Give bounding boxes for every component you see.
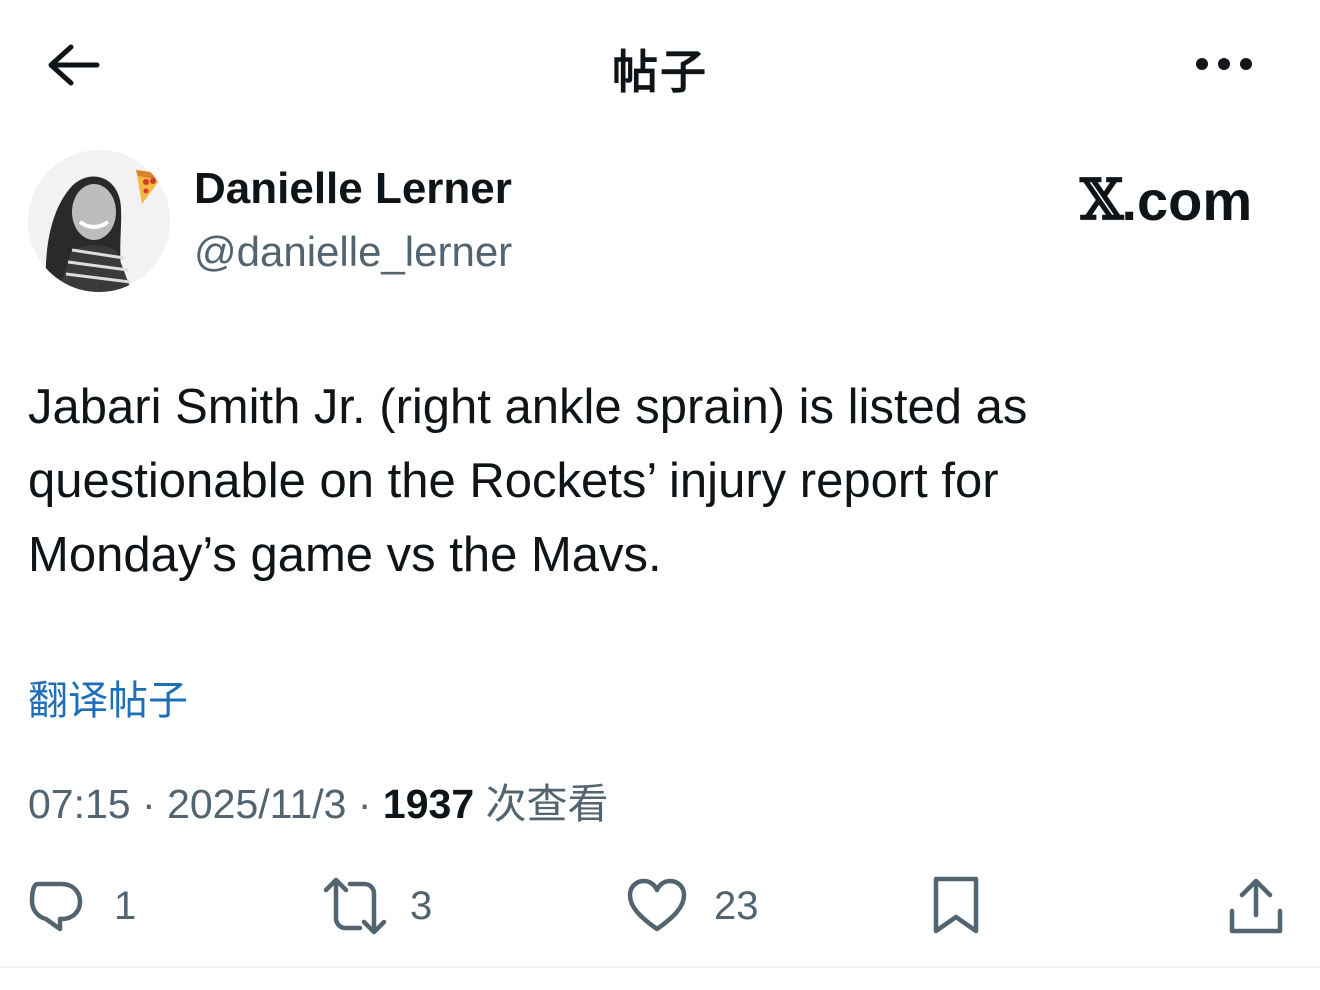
- heart-icon: [627, 878, 687, 932]
- bookmark-icon: [933, 876, 979, 934]
- author-handle[interactable]: @danielle_lerner: [194, 228, 512, 276]
- view-count: 1937: [382, 781, 475, 827]
- tweet-text: Jabari Smith Jr. (right ankle sprain) is…: [28, 380, 1028, 582]
- share-icon: [1229, 878, 1283, 934]
- meta-separator: ·: [357, 781, 372, 827]
- action-bar: 1 3 23: [0, 866, 1320, 946]
- share-button[interactable]: [1226, 866, 1286, 946]
- like-button[interactable]: 23: [626, 866, 759, 946]
- page-title: 帖子: [612, 45, 708, 99]
- tweet-date[interactable]: 2025/11/3: [167, 781, 346, 827]
- x-brand-watermark: 𝕏 .com: [1080, 167, 1280, 233]
- reply-icon: [29, 881, 83, 932]
- reply-button[interactable]: 1: [26, 866, 136, 946]
- repost-icon: [323, 877, 387, 935]
- tweet-meta: 07:15 · 2025/11/3 · 1937 次查看: [28, 770, 609, 830]
- translate-post-link[interactable]: 翻译帖子: [28, 668, 188, 726]
- brand-domain: .com: [1121, 168, 1253, 232]
- avatar-photo: [28, 150, 170, 292]
- author-name[interactable]: Danielle Lerner: [194, 164, 512, 214]
- more-horizontal-icon: [1196, 58, 1252, 70]
- more-options-button[interactable]: [1188, 40, 1260, 88]
- avatar[interactable]: [28, 150, 170, 292]
- meta-separator: ·: [142, 781, 156, 827]
- repost-count: 3: [410, 883, 433, 928]
- reply-count: 1: [114, 883, 137, 928]
- views-label: 次查看: [485, 780, 609, 828]
- like-count: 23: [714, 883, 759, 928]
- divider: [0, 966, 1320, 968]
- tweet-time[interactable]: 07:15: [28, 781, 131, 827]
- top-bar: 帖子: [0, 0, 1320, 130]
- repost-button[interactable]: 3: [322, 866, 432, 946]
- x-logo: 𝕏: [1080, 167, 1123, 233]
- bookmark-button[interactable]: [930, 866, 982, 946]
